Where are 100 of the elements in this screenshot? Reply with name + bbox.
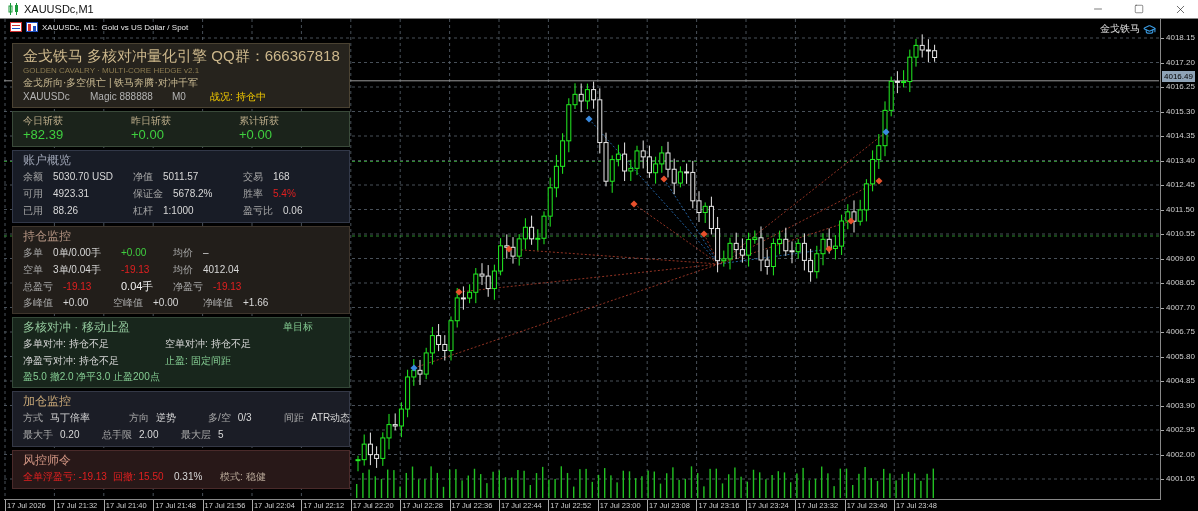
gain-label: 累计斩获	[239, 114, 280, 127]
panel-title: 金戈铁马 多核对冲量化引擎 QQ群：666367818	[23, 46, 340, 66]
price-tick-label: 4014.35	[1161, 130, 1198, 155]
price-tick-label: 4002.00	[1161, 448, 1198, 473]
gain-value: +82.39	[23, 127, 65, 143]
field-label: 净峰值	[203, 296, 233, 310]
price-tick-label: 4018.15	[1161, 32, 1198, 57]
field-value: 5	[218, 428, 224, 442]
field-label: 净盈亏	[173, 280, 203, 294]
field-label: 胜率	[243, 187, 263, 201]
field-value: 回撤: 15.50	[113, 470, 164, 484]
field-label: 总手限	[102, 428, 132, 442]
price-tick-label: 4010.55	[1161, 228, 1198, 253]
gain-label: 今日斩获	[23, 114, 64, 127]
price-tick-label: 4016.25	[1161, 81, 1198, 106]
field-label: 交易	[243, 170, 263, 184]
field-label: 多/空	[208, 411, 231, 425]
section-title: 加仓监控	[23, 393, 71, 409]
field-value: 88.26	[53, 204, 79, 218]
field-value: 马丁倍率	[50, 411, 90, 425]
price-tick-label: 4006.75	[1161, 326, 1198, 351]
field-value: +0.00	[153, 296, 179, 310]
field-value: 0.20	[60, 428, 80, 442]
price-tick-label: 4002.95	[1161, 424, 1198, 449]
gain-value: +0.00	[239, 127, 273, 143]
chart-symbol-title: XAUUSDc, M1: Gold vs US Dollar / Spot	[42, 22, 189, 32]
price-tick-label: 4013.40	[1161, 154, 1198, 179]
panel-motto: 金戈所向·多空俱亡 | 铁马奔腾·对冲千军	[23, 76, 198, 89]
price-tick-label: 4001.05	[1161, 473, 1198, 498]
field-value: 盈5.0 撤2.0 净平3.0 止盈200点	[23, 370, 160, 384]
field-label: 空单	[23, 263, 43, 277]
field-value: 0.06	[283, 204, 303, 218]
indicator-label: 金戈铁马	[1100, 22, 1140, 36]
field-label: 方向	[129, 411, 149, 425]
field-value: -19.13	[121, 263, 150, 277]
price-tick-label: 4009.60	[1161, 252, 1198, 277]
field-label: 最大层	[181, 428, 211, 442]
gain-value: +0.00	[131, 127, 165, 143]
field-label: 方式	[23, 411, 43, 425]
field-value: -19.13	[63, 280, 92, 294]
field-label: 余额	[23, 170, 43, 184]
field-label: 均价	[173, 246, 193, 260]
field-value: +0.00	[121, 246, 147, 260]
field-value: 0.31%	[174, 470, 203, 484]
field-value: 168	[273, 170, 290, 184]
field-label: 已用	[23, 204, 43, 218]
field-value: +1.66	[243, 296, 269, 310]
price-tick-label: 4003.90	[1161, 399, 1198, 424]
field-value: 2.00	[139, 428, 159, 442]
field-value: +0.00	[63, 296, 89, 310]
section-title: 风控师令	[23, 452, 71, 468]
window-title: XAUUSDc,M1	[24, 3, 95, 15]
field-label: 多单	[23, 246, 43, 260]
field-value: 4012.04	[203, 263, 240, 277]
symbol-text: XAUUSDc	[23, 90, 71, 104]
field-value: 0单/0.00手	[53, 246, 101, 260]
section-title: 账户概览	[23, 152, 71, 168]
field-label: 净值	[133, 170, 153, 184]
field-value: 1:1000	[163, 204, 194, 218]
current-price-badge: 4016.49	[1162, 70, 1195, 82]
section-title: 多核对冲 · 移动止盈	[23, 319, 130, 335]
section-title: 持仓监控	[23, 228, 71, 244]
panel-subtitle: GOLDEN CAVALRY · MULTI-CORE HEDGE v2.1	[23, 66, 200, 76]
price-tick-label: 4015.30	[1161, 105, 1198, 130]
field-value: 0/3	[237, 411, 252, 425]
field-label: 保证金	[133, 187, 163, 201]
field-value: 5678.2%	[173, 187, 213, 201]
field-value: 4923.31	[53, 187, 90, 201]
field-label: 多峰值	[23, 296, 53, 310]
field-value: -19.13	[213, 280, 242, 294]
field-value: 5011.57	[163, 170, 199, 184]
price-tick-label: 4004.85	[1161, 375, 1198, 400]
field-label: 杠杆	[133, 204, 153, 218]
field-value: ATR动态	[311, 411, 351, 425]
price-tick-label: 4007.70	[1161, 301, 1198, 326]
status-text: 战况: 持仓中	[210, 90, 267, 104]
field-label: 间距	[284, 411, 304, 425]
field-value: 模式: 稳健	[220, 470, 266, 484]
field-value: 止盈: 固定间距	[165, 354, 231, 368]
field-value: 空单对冲: 持仓不足	[165, 337, 251, 351]
target-mode-text: 单目标	[283, 320, 313, 334]
field-value: 0.04手	[121, 279, 154, 294]
field-value: –	[203, 246, 209, 260]
field-label: 空峰值	[113, 296, 143, 310]
field-value: 3单/0.04手	[53, 263, 101, 277]
field-label: 最大手	[23, 428, 53, 442]
price-tick-label: 4005.80	[1161, 350, 1198, 375]
price-tick-label: 4008.65	[1161, 277, 1198, 302]
field-value: 5030.70 USD	[53, 170, 114, 184]
field-value: 净盈亏对冲: 持仓不足	[23, 354, 119, 368]
field-label: 盈亏比	[243, 204, 273, 218]
mode-text: M0	[172, 90, 187, 104]
price-tick-label: 4011.50	[1161, 203, 1198, 228]
field-value: 逆势	[156, 411, 176, 425]
gain-label: 昨日斩获	[131, 114, 172, 127]
price-tick-label: 4012.45	[1161, 179, 1198, 204]
field-label: 可用	[23, 187, 43, 201]
field-label: 均价	[173, 263, 193, 277]
field-value: 多单对冲: 持仓不足	[23, 337, 109, 351]
field-value: 全单浮盈亏: -19.13	[23, 470, 107, 484]
